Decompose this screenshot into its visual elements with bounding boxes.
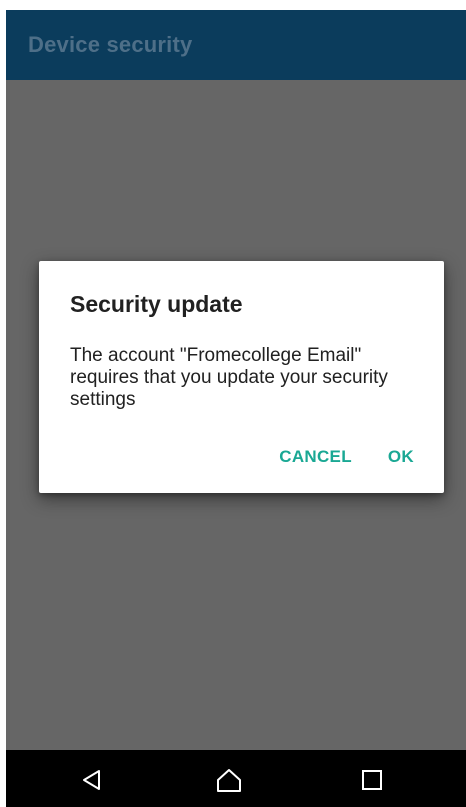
cancel-button[interactable]: CANCEL	[265, 443, 366, 471]
back-button[interactable]	[62, 758, 122, 802]
recent-apps-icon	[362, 770, 382, 790]
back-triangle-icon	[83, 770, 100, 790]
app-bar: Device security	[6, 10, 466, 80]
recent-apps-button[interactable]	[342, 758, 402, 802]
security-update-dialog: Security update The account "Fromecolleg…	[39, 261, 444, 493]
dialog-message: The account "Fromecollege Email" require…	[70, 345, 388, 410]
app-bar-title: Device security	[28, 32, 193, 57]
phone-frame: Device security Security update The acco…	[6, 10, 466, 807]
navigation-bar	[6, 750, 466, 807]
dialog-title: Security update	[70, 291, 243, 317]
dialog-actions: CANCEL OK	[265, 443, 428, 471]
home-button[interactable]	[199, 758, 259, 802]
app-screen: Device security Security update The acco…	[6, 10, 466, 750]
home-icon	[217, 769, 241, 792]
ok-button[interactable]: OK	[374, 443, 428, 471]
